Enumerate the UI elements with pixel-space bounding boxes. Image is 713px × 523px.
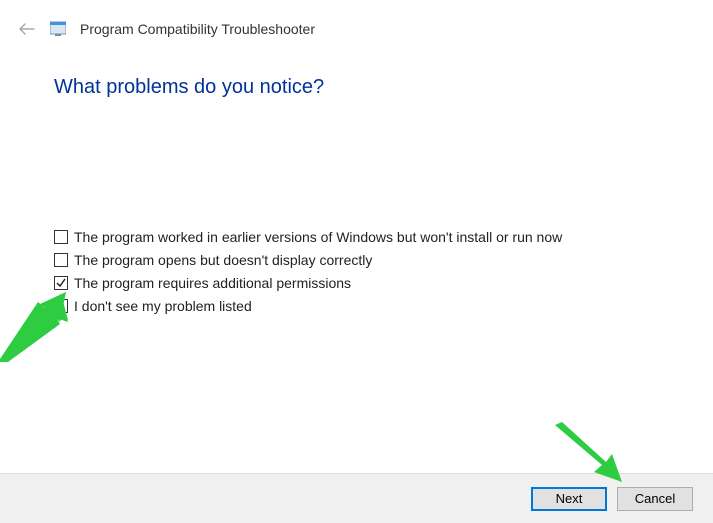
- option-label: I don't see my problem listed: [74, 298, 252, 314]
- checkbox-icon[interactable]: [54, 299, 68, 313]
- dialog-footer: Next Cancel: [0, 473, 713, 523]
- option-display-incorrect[interactable]: The program opens but doesn't display co…: [54, 252, 713, 268]
- dialog-header: Program Compatibility Troubleshooter: [0, 0, 713, 38]
- option-not-listed[interactable]: I don't see my problem listed: [54, 298, 713, 314]
- troubleshooter-icon: [50, 21, 66, 37]
- option-permissions[interactable]: The program requires additional permissi…: [54, 275, 713, 291]
- checkbox-icon[interactable]: [54, 276, 68, 290]
- checkbox-icon[interactable]: [54, 253, 68, 267]
- option-label: The program worked in earlier versions o…: [74, 229, 562, 245]
- option-earlier-versions[interactable]: The program worked in earlier versions o…: [54, 229, 713, 245]
- checkbox-icon[interactable]: [54, 230, 68, 244]
- cancel-button[interactable]: Cancel: [617, 487, 693, 511]
- next-button[interactable]: Next: [531, 487, 607, 511]
- question-heading: What problems do you notice?: [0, 38, 713, 99]
- dialog-title: Program Compatibility Troubleshooter: [80, 21, 315, 37]
- options-list: The program worked in earlier versions o…: [0, 99, 713, 314]
- option-label: The program opens but doesn't display co…: [74, 252, 372, 268]
- option-label: The program requires additional permissi…: [74, 275, 351, 291]
- back-arrow-icon[interactable]: [18, 20, 36, 38]
